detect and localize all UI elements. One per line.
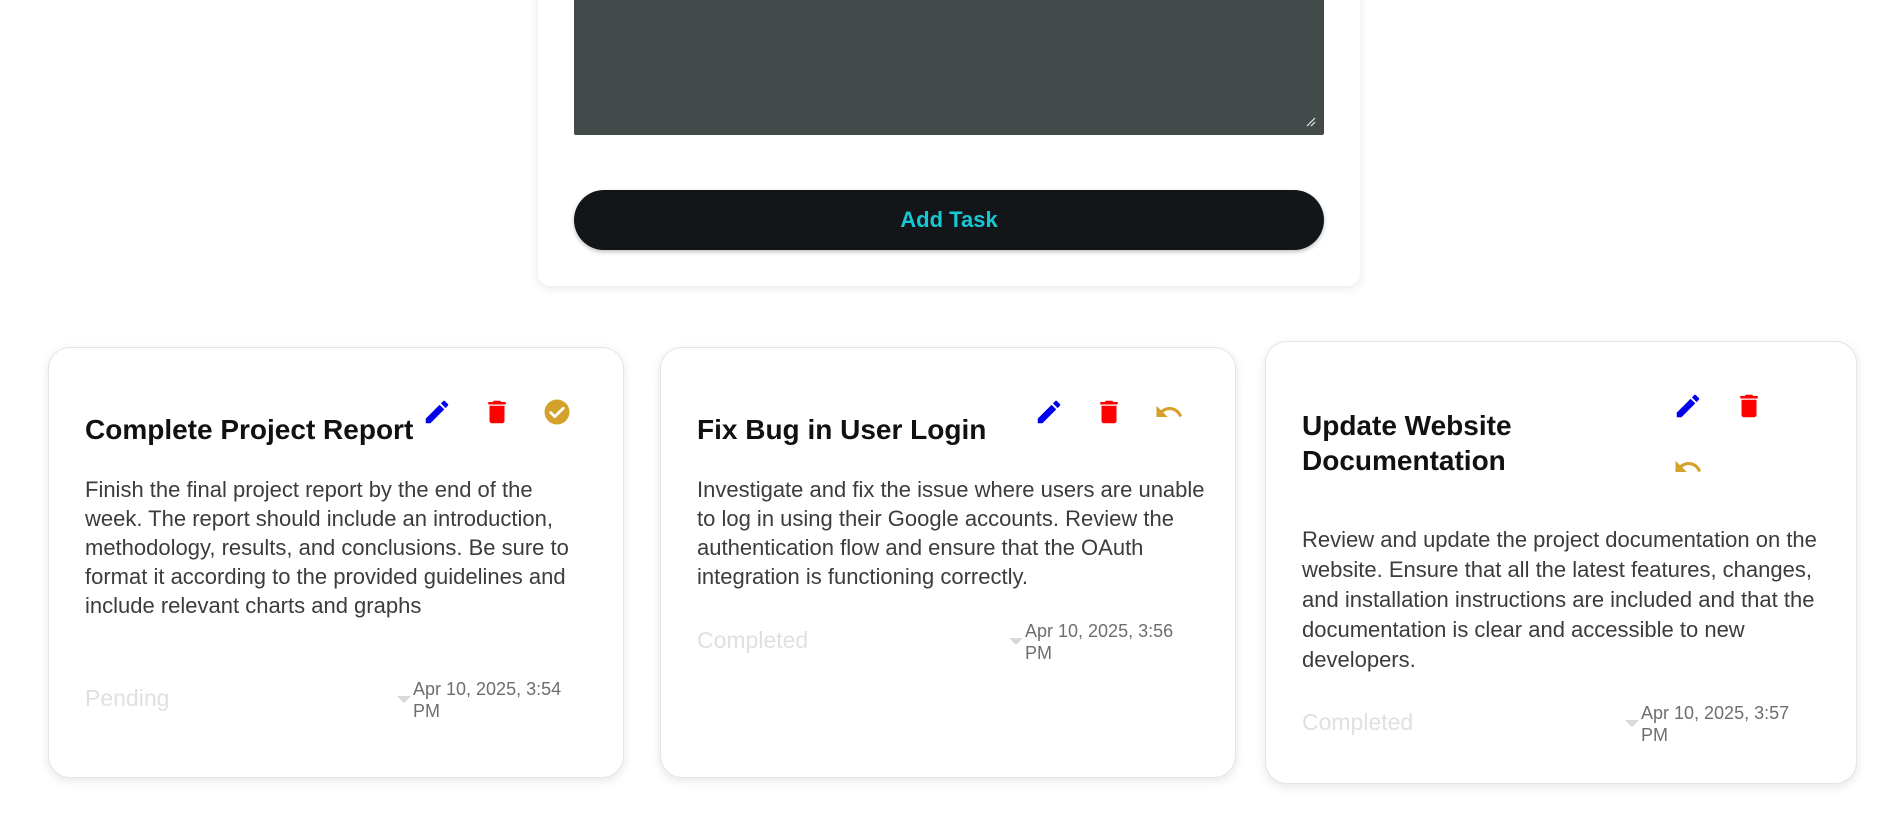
task-description: Review and update the project documentat… xyxy=(1302,527,1817,672)
complete-button[interactable] xyxy=(539,394,575,430)
pencil-icon xyxy=(1037,400,1061,424)
task-title: Update Website Documentation xyxy=(1302,410,1512,476)
trash-icon xyxy=(1100,400,1118,424)
undo-icon xyxy=(1675,460,1702,472)
add-task-button[interactable]: Add Task xyxy=(574,190,1324,250)
task-form-panel: Add Task xyxy=(538,0,1360,286)
edit-button[interactable] xyxy=(1670,388,1706,424)
status-select[interactable]: Completed xyxy=(1302,709,1413,736)
task-date: Apr 10, 2025, 3:56 PM xyxy=(1025,621,1174,663)
pencil-icon xyxy=(425,400,449,424)
task-card: Complete Project Report Finish the final… xyxy=(48,347,624,778)
task-card: Update Website Documentation Review and … xyxy=(1265,341,1857,784)
undo-button[interactable] xyxy=(1670,449,1706,485)
status-select[interactable]: Completed xyxy=(697,627,808,654)
delete-button[interactable] xyxy=(479,394,515,430)
chevron-down-icon[interactable] xyxy=(397,696,411,703)
trash-icon xyxy=(488,400,506,424)
task-description: Finish the final project report by the e… xyxy=(85,477,569,618)
delete-button[interactable] xyxy=(1091,394,1127,430)
pencil-icon xyxy=(1676,394,1700,418)
description-textarea[interactable] xyxy=(574,0,1324,135)
check-circle-icon xyxy=(544,399,570,425)
trash-icon xyxy=(1740,394,1758,418)
status-select[interactable]: Pending xyxy=(85,685,169,712)
task-card: Fix Bug in User Login Investigate and fi… xyxy=(660,347,1236,778)
edit-button[interactable] xyxy=(419,394,455,430)
task-date: Apr 10, 2025, 3:57 PM xyxy=(1641,703,1790,745)
task-date: Apr 10, 2025, 3:54 PM xyxy=(413,679,562,721)
chevron-down-icon[interactable] xyxy=(1009,638,1023,645)
undo-icon xyxy=(1156,405,1183,417)
edit-button[interactable] xyxy=(1031,394,1067,430)
undo-button[interactable] xyxy=(1151,394,1187,430)
task-title: Fix Bug in User Login xyxy=(697,414,987,445)
chevron-down-icon[interactable] xyxy=(1625,720,1639,727)
task-description: Investigate and fix the issue where user… xyxy=(697,477,1205,589)
delete-button[interactable] xyxy=(1731,388,1767,424)
task-title: Complete Project Report xyxy=(85,414,414,445)
resize-handle-icon[interactable] xyxy=(1304,115,1316,127)
